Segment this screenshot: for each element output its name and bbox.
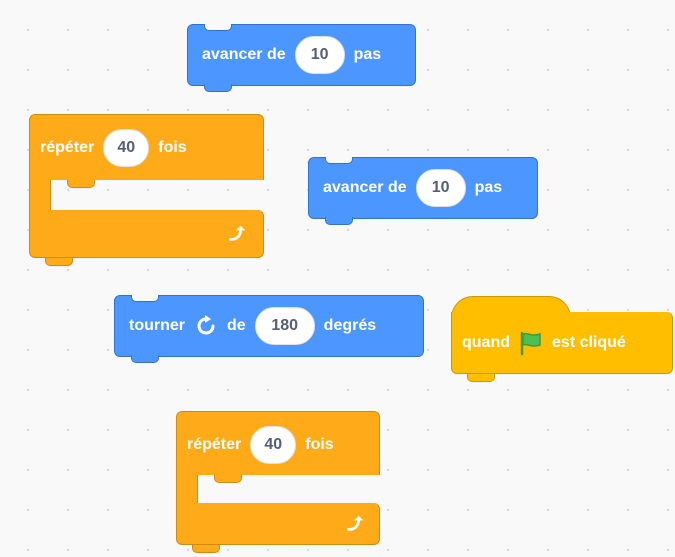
notch (467, 374, 495, 382)
block-label: pas (353, 46, 382, 63)
notch (192, 545, 220, 553)
block-label: quand (462, 333, 510, 351)
block-label: fois (158, 139, 187, 156)
degrees-input[interactable]: 180 (254, 307, 315, 345)
block-label: est cliqué (552, 333, 626, 351)
block-label: fois (305, 436, 334, 453)
block-label: répéter (187, 436, 242, 453)
repeat-block-arm (176, 475, 198, 503)
move-steps-block[interactable]: avancer de 10 pas (187, 24, 416, 92)
repeat-block-header[interactable]: répéter 40 fois (176, 411, 380, 475)
block-label: degrés (323, 317, 377, 334)
block-label: avancer de (323, 179, 407, 196)
when-flag-clicked-block[interactable]: quand est cliqué (451, 312, 673, 374)
repeat-block-arm (29, 180, 51, 210)
loop-arrow-icon (226, 223, 248, 251)
turn-block[interactable]: tourner de 180 degrés (114, 295, 424, 363)
notch (45, 258, 73, 266)
notch (214, 475, 242, 483)
steps-input[interactable]: 10 (294, 36, 345, 74)
repeat-block[interactable]: répéter 40 fois (29, 114, 264, 266)
block-label: avancer de (202, 46, 286, 63)
repeat-block-header[interactable]: répéter 40 fois (29, 114, 264, 180)
move-steps-block[interactable]: avancer de 10 pas (308, 157, 538, 225)
repeat-count-input[interactable]: 40 (103, 129, 150, 167)
green-flag-icon (518, 330, 544, 356)
block-label: tourner (129, 317, 185, 334)
block-label: de (227, 317, 246, 334)
loop-arrow-icon (344, 513, 366, 541)
block-label: pas (474, 179, 503, 196)
steps-input[interactable]: 10 (415, 169, 466, 207)
repeat-count-input[interactable]: 40 (250, 426, 297, 464)
repeat-block[interactable]: répéter 40 fois (176, 411, 380, 553)
notch (67, 180, 95, 188)
block-label: répéter (40, 139, 95, 156)
rotate-clockwise-icon (194, 314, 218, 338)
